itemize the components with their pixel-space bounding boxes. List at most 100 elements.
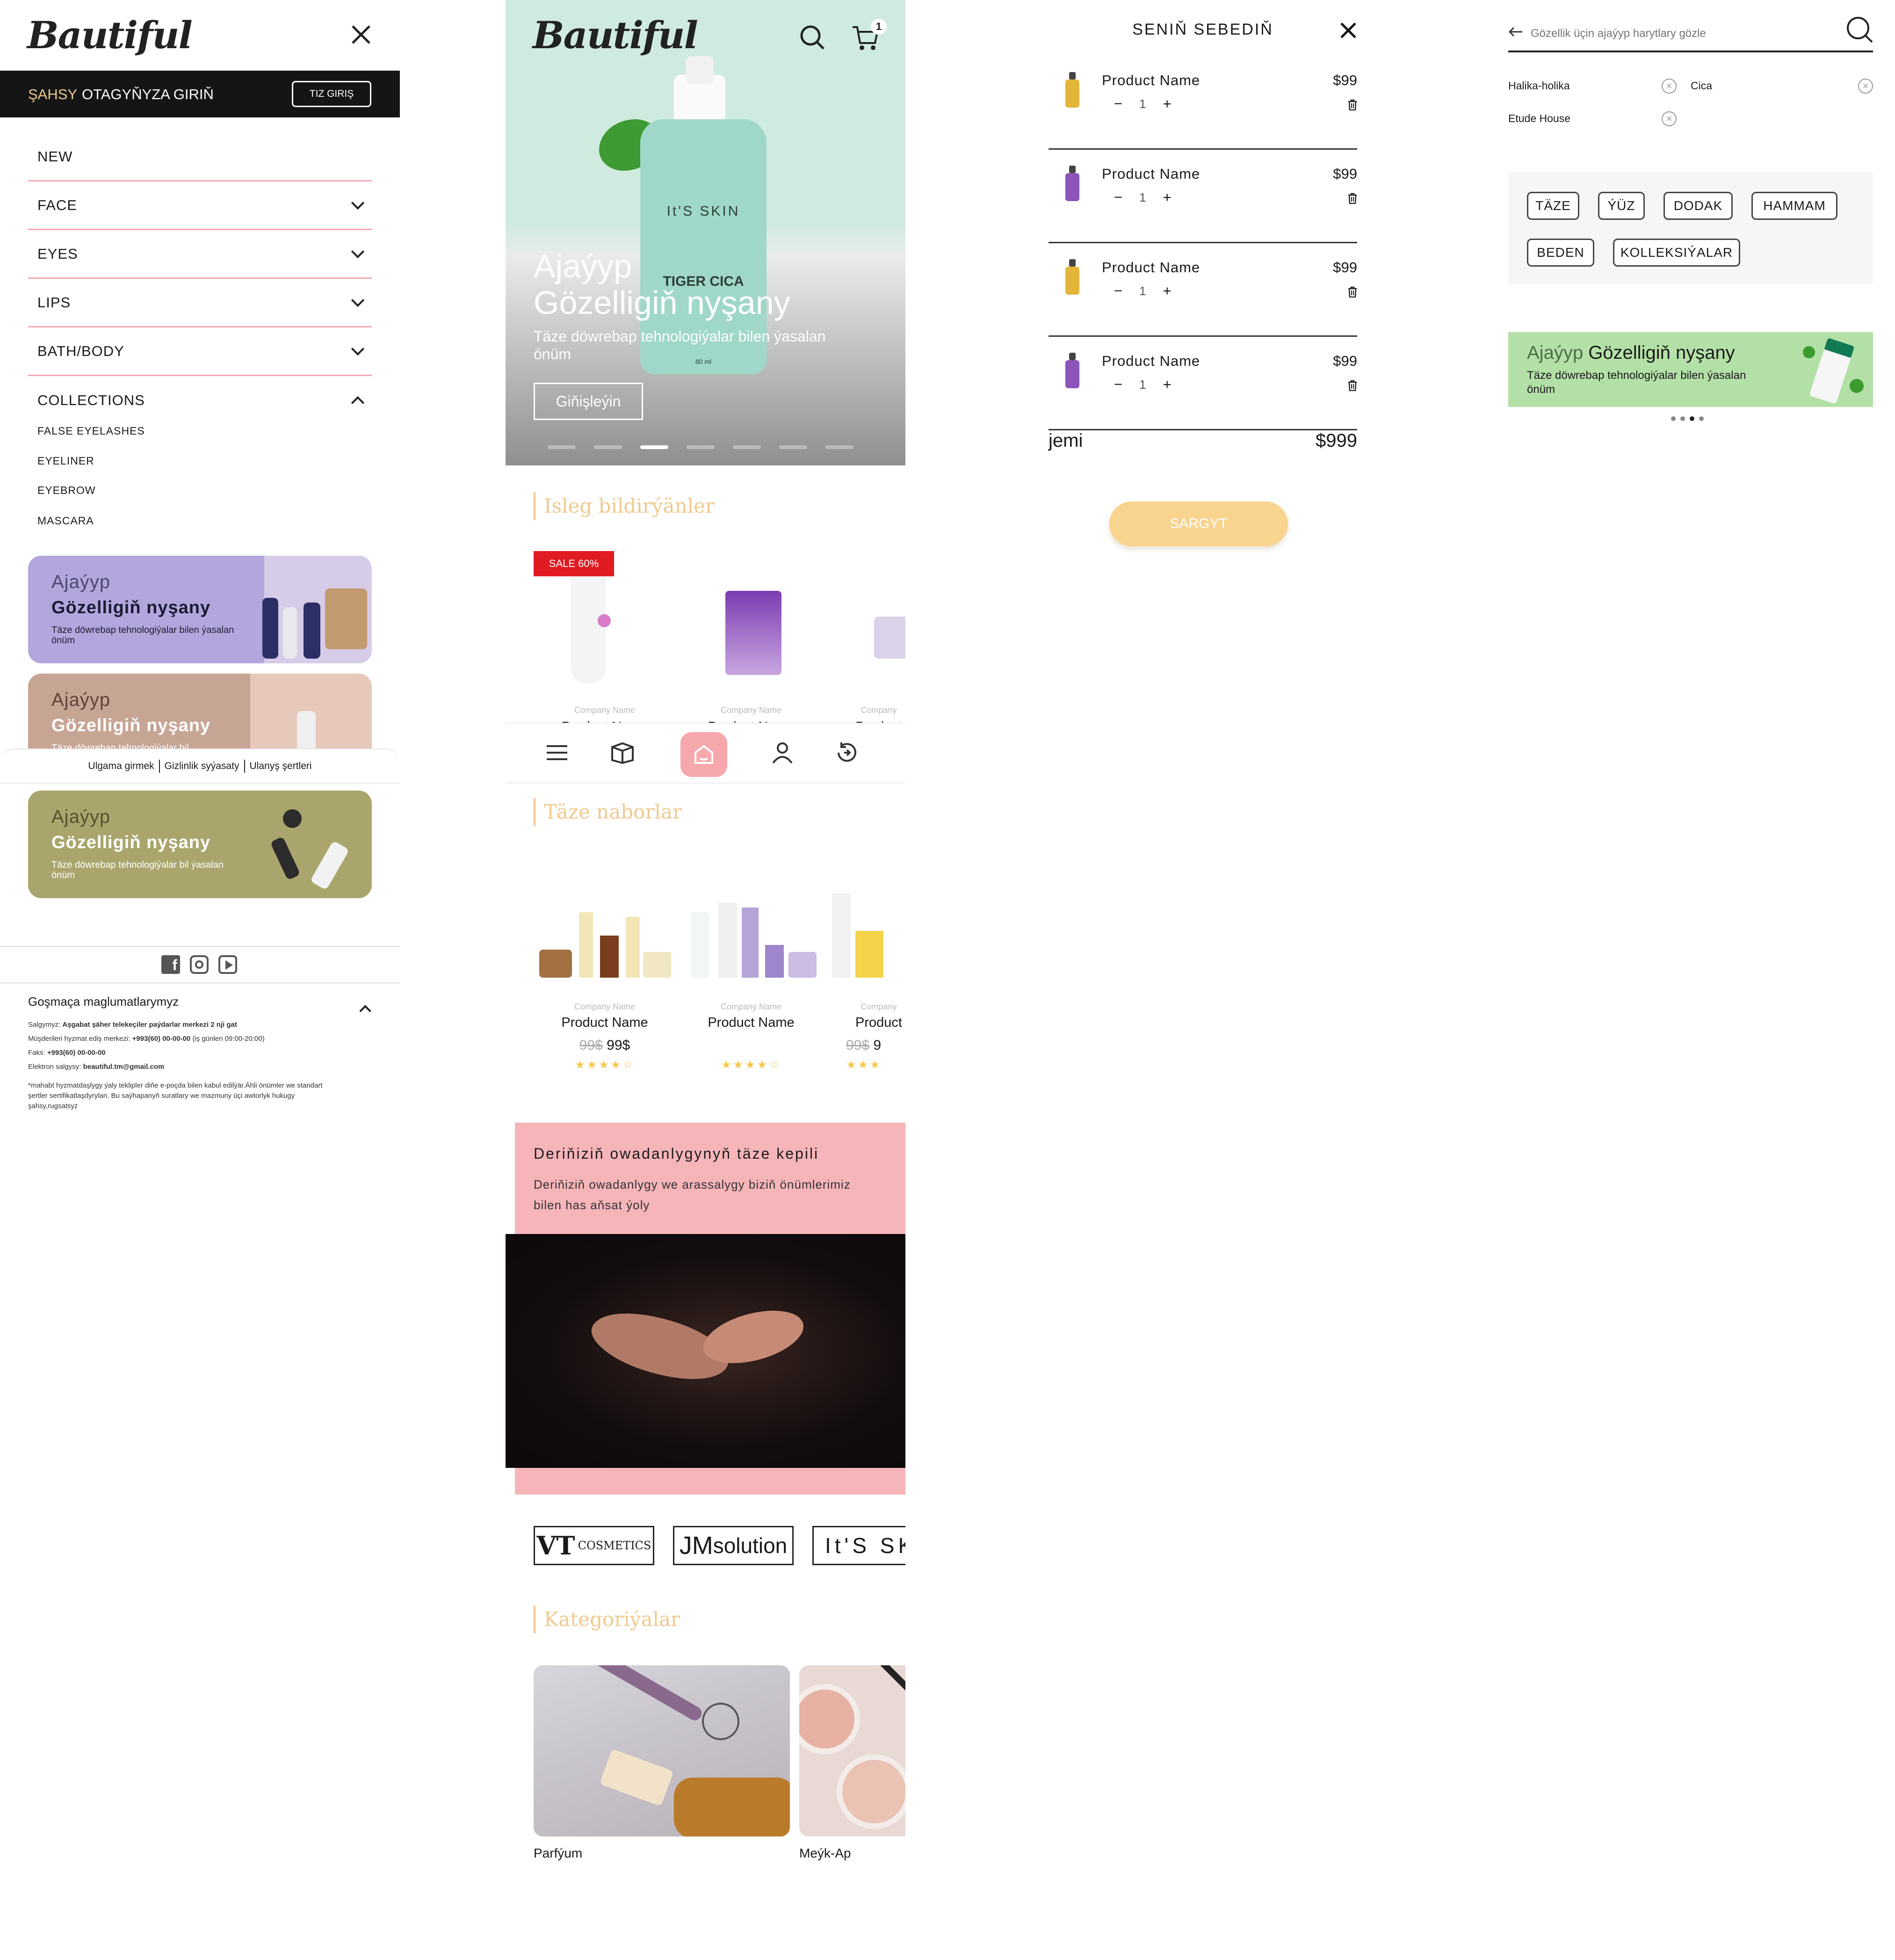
- menu-item-bath-body[interactable]: BATH/BODY: [28, 327, 372, 376]
- banner-dot[interactable]: [1690, 416, 1694, 421]
- decrease-button[interactable]: −: [1114, 376, 1122, 393]
- banner-dot[interactable]: [1671, 416, 1676, 421]
- logo[interactable]: Bautiful: [27, 13, 193, 57]
- submenu-eyebrow[interactable]: EYEBROW: [37, 484, 96, 497]
- menu-item-new[interactable]: NEW: [28, 133, 372, 181]
- recent-search[interactable]: Etude House: [1508, 112, 1570, 125]
- carousel-dot[interactable]: [733, 445, 761, 449]
- search-promo-banner[interactable]: Ajaýyp Gözelligiň nyşany Täze döwrebap t…: [1508, 332, 1873, 407]
- remove-recent-icon[interactable]: ×: [1662, 79, 1677, 94]
- box-icon[interactable]: [608, 739, 636, 767]
- decrease-button[interactable]: −: [1114, 189, 1122, 206]
- search-icon[interactable]: [799, 24, 825, 51]
- category-label: Parfýum: [534, 1846, 583, 1860]
- menu-item-face[interactable]: FACE: [28, 181, 372, 230]
- close-icon[interactable]: [350, 23, 372, 46]
- instagram-icon[interactable]: [190, 955, 209, 974]
- carousel-dot[interactable]: [640, 445, 668, 449]
- carousel-dot[interactable]: [825, 445, 853, 449]
- price-block: 99$ 99$: [535, 1038, 675, 1053]
- product-image: [1065, 166, 1079, 203]
- increase-button[interactable]: +: [1163, 376, 1172, 393]
- brand-main: It'S SKI: [825, 1533, 905, 1558]
- chip-kolleksiyalar[interactable]: KOLLEKSIÝALAR: [1613, 239, 1740, 267]
- info-value[interactable]: beautiful.tm@gmail.com: [83, 1063, 165, 1071]
- promo-card[interactable]: Ajaýyp Gözelligiň nyşany Täze döwrebap t…: [28, 556, 372, 663]
- increase-button[interactable]: +: [1163, 95, 1172, 112]
- brand-logo[interactable]: It'S SKI: [812, 1526, 905, 1565]
- recent-search[interactable]: Halika-holika: [1508, 80, 1570, 92]
- menu-item-label: NEW: [37, 148, 73, 165]
- link-login[interactable]: Ulgama girmek: [88, 761, 154, 772]
- menu-item-collections[interactable]: COLLECTIONS: [28, 376, 372, 425]
- product-card[interactable]: Company Product 99$ 9 ★★★: [827, 856, 905, 1081]
- hero-more-button[interactable]: Giňişleýin: [534, 383, 643, 420]
- bottle-brand: It'S SKIN: [666, 203, 740, 219]
- trash-icon[interactable]: [1348, 380, 1357, 392]
- recent-search[interactable]: Cica: [1691, 80, 1712, 92]
- remove-recent-icon[interactable]: ×: [1858, 79, 1873, 94]
- link-privacy[interactable]: Gizlinlik syýasaty: [165, 761, 239, 772]
- facebook-icon[interactable]: f: [161, 955, 180, 974]
- submenu-eyeliner[interactable]: EYELINER: [37, 455, 94, 467]
- remove-recent-icon[interactable]: ×: [1662, 111, 1677, 126]
- back-arrow-icon[interactable]: [1508, 26, 1523, 37]
- carousel-dot[interactable]: [594, 445, 622, 449]
- youtube-icon[interactable]: [218, 955, 237, 974]
- menu-item-eyes[interactable]: EYES: [28, 230, 372, 279]
- cart-item: Product Name $99 − 1 +: [1049, 56, 1357, 150]
- increase-button[interactable]: +: [1163, 189, 1172, 206]
- chevron-up-icon[interactable]: [359, 1005, 371, 1017]
- chip-hammam[interactable]: HAMMAM: [1751, 192, 1837, 220]
- menu-item-lips[interactable]: LIPS: [28, 279, 372, 327]
- trash-icon[interactable]: [1348, 99, 1357, 111]
- decrease-button[interactable]: −: [1114, 95, 1122, 112]
- link-terms[interactable]: Ulanyş şertleri: [250, 761, 312, 772]
- promo-card[interactable]: Ajaýyp Gözelligiň nyşany Täze döwrebap t…: [28, 791, 372, 898]
- menu-icon[interactable]: [543, 739, 571, 767]
- quick-login-button[interactable]: TIZ GIRIŞ: [292, 81, 371, 107]
- chevron-up-icon: [351, 396, 365, 410]
- chevron-down-icon: [351, 293, 365, 307]
- home-icon: [694, 745, 713, 764]
- history-icon[interactable]: [833, 739, 861, 767]
- chip-yuz[interactable]: ÝÜZ: [1598, 192, 1645, 220]
- instagram-lens: [195, 960, 203, 969]
- brand-logo[interactable]: JM solution: [673, 1526, 794, 1565]
- decrease-button[interactable]: −: [1114, 283, 1122, 299]
- product-card[interactable]: Company Product: [827, 551, 905, 729]
- hero-banner[interactable]: It'S SKIN TIGER CICA 80 ml Ajaýyp Gözell…: [506, 0, 905, 465]
- submenu-false-eyelashes[interactable]: FALSE EYELASHES: [37, 425, 145, 437]
- trash-icon[interactable]: [1348, 193, 1357, 204]
- chip-taze[interactable]: TÄZE: [1527, 192, 1579, 220]
- category-card-perfume[interactable]: [534, 1665, 790, 1837]
- trash-icon[interactable]: [1348, 286, 1357, 298]
- product-image: [1065, 259, 1079, 297]
- chip-dodak[interactable]: DODAK: [1664, 192, 1733, 220]
- extra-info-title[interactable]: Goşmaça maglumatlarymyz: [28, 995, 179, 1009]
- home-nav-button[interactable]: [680, 732, 727, 777]
- category-card-makeup[interactable]: [799, 1665, 905, 1837]
- banner-dot[interactable]: [1699, 416, 1704, 421]
- carousel-dot[interactable]: [687, 445, 715, 449]
- product-card[interactable]: Company Name Product Name: [681, 551, 821, 734]
- user-icon[interactable]: [768, 739, 796, 767]
- brand-logo[interactable]: VT COSMETICS: [534, 1526, 654, 1565]
- logo[interactable]: Bautiful: [533, 13, 698, 57]
- banner-dot[interactable]: [1680, 416, 1685, 421]
- search-input[interactable]: [1531, 24, 1830, 43]
- checkout-button[interactable]: SARGYT: [1109, 501, 1288, 546]
- product-card[interactable]: Company Name Product Name 99$ 99$ ★★★★☆: [535, 856, 675, 1081]
- close-icon[interactable]: [1339, 22, 1357, 39]
- search-icon[interactable]: [1846, 16, 1873, 43]
- carousel-dot[interactable]: [779, 445, 807, 449]
- submenu-mascara[interactable]: MASCARA: [37, 515, 94, 527]
- cart-item: Product Name $99 − 1 +: [1049, 243, 1357, 337]
- product-card[interactable]: Company Name Product Name ★★★★☆: [681, 856, 821, 1081]
- product-card[interactable]: Company Name Product Name: [535, 551, 675, 734]
- increase-button[interactable]: +: [1163, 283, 1172, 299]
- login-text: OTAGYŇYZA GIRIŇ: [82, 86, 214, 102]
- carousel-dot[interactable]: [548, 445, 576, 449]
- chip-beden[interactable]: BEDEN: [1527, 239, 1594, 267]
- email-line: Elektron salgysy: beautiful.tm@gmail.com: [28, 1060, 383, 1074]
